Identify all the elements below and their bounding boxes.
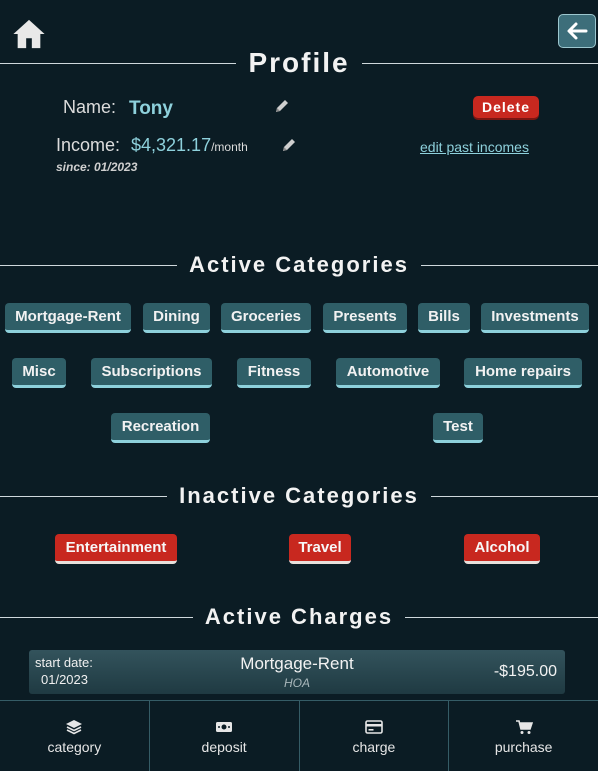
name-label: Name: bbox=[63, 97, 117, 117]
back-button[interactable] bbox=[558, 14, 596, 48]
charge-amount: -$195.00 bbox=[493, 663, 557, 680]
income-label: Income: bbox=[56, 135, 121, 155]
active-charges-title: Active Charges bbox=[204, 604, 394, 629]
category-chip-dining[interactable]: Dining bbox=[143, 303, 210, 333]
category-chip-groceries[interactable]: Groceries bbox=[221, 303, 311, 333]
inactive-chip-alcohol[interactable]: Alcohol bbox=[464, 534, 540, 564]
income-unit: /month bbox=[211, 140, 248, 154]
tab-charge[interactable]: charge bbox=[300, 701, 450, 771]
delete-button[interactable]: Delete bbox=[473, 96, 539, 118]
home-icon[interactable] bbox=[12, 18, 46, 50]
cart-icon bbox=[515, 720, 533, 734]
category-chip-automotive[interactable]: Automotive bbox=[336, 358, 440, 388]
inactive-categories-title: Inactive Categories bbox=[179, 483, 419, 508]
inactive-chip-entertainment[interactable]: Entertainment bbox=[55, 534, 177, 564]
active-categories-header: Active Categories bbox=[0, 252, 598, 278]
category-chip-bills[interactable]: Bills bbox=[418, 303, 470, 333]
income-value-group: $4,321.17/month bbox=[131, 135, 248, 156]
category-chip-subscriptions[interactable]: Subscriptions bbox=[91, 358, 212, 388]
edit-income-button[interactable] bbox=[281, 137, 297, 158]
category-chip-presents[interactable]: Presents bbox=[323, 303, 407, 333]
bottom-tab-bar: category deposit charge purchase bbox=[0, 700, 598, 771]
page-title: Profile bbox=[248, 47, 350, 78]
credit-card-icon bbox=[365, 720, 383, 734]
category-chip-fitness[interactable]: Fitness bbox=[237, 358, 311, 388]
tab-label: purchase bbox=[494, 739, 553, 755]
tab-purchase[interactable]: purchase bbox=[449, 701, 598, 771]
charge-subtitle: HOA bbox=[283, 676, 310, 690]
layers-icon bbox=[66, 720, 83, 735]
category-chip-investments[interactable]: Investments bbox=[481, 303, 589, 333]
category-chip-test[interactable]: Test bbox=[433, 413, 483, 443]
edit-name-button[interactable] bbox=[274, 98, 290, 119]
active-charges-header: Active Charges bbox=[0, 604, 598, 630]
money-icon bbox=[216, 722, 233, 732]
category-chip-misc[interactable]: Misc bbox=[12, 358, 66, 388]
inactive-categories-header: Inactive Categories bbox=[0, 483, 598, 509]
arrow-left-icon bbox=[567, 22, 588, 40]
tab-label: deposit bbox=[201, 739, 247, 755]
tab-category[interactable]: category bbox=[0, 701, 150, 771]
income-value: $4,321.17 bbox=[131, 135, 212, 155]
charge-category: Mortgage-Rent bbox=[240, 654, 354, 673]
edit-past-incomes-link[interactable]: edit past incomes bbox=[420, 139, 529, 155]
inactive-chip-travel[interactable]: Travel bbox=[289, 534, 351, 564]
category-chip-home-repairs[interactable]: Home repairs bbox=[464, 358, 582, 388]
tab-label: charge bbox=[352, 739, 396, 755]
category-chip-recreation[interactable]: Recreation bbox=[111, 413, 210, 443]
profile-header: Profile bbox=[0, 47, 598, 79]
name-value: Tony bbox=[129, 98, 173, 119]
active-categories-title: Active Categories bbox=[189, 252, 409, 277]
tab-label: category bbox=[47, 739, 102, 755]
pencil-icon bbox=[276, 100, 288, 112]
since-text: since: 01/2023 bbox=[56, 160, 138, 174]
tab-deposit[interactable]: deposit bbox=[150, 701, 300, 771]
charge-card[interactable]: start date: 01/2023 Mortgage-Rent HOA -$… bbox=[29, 650, 565, 694]
pencil-icon bbox=[283, 139, 295, 151]
category-chip-mortgage-rent[interactable]: Mortgage-Rent bbox=[5, 303, 131, 333]
